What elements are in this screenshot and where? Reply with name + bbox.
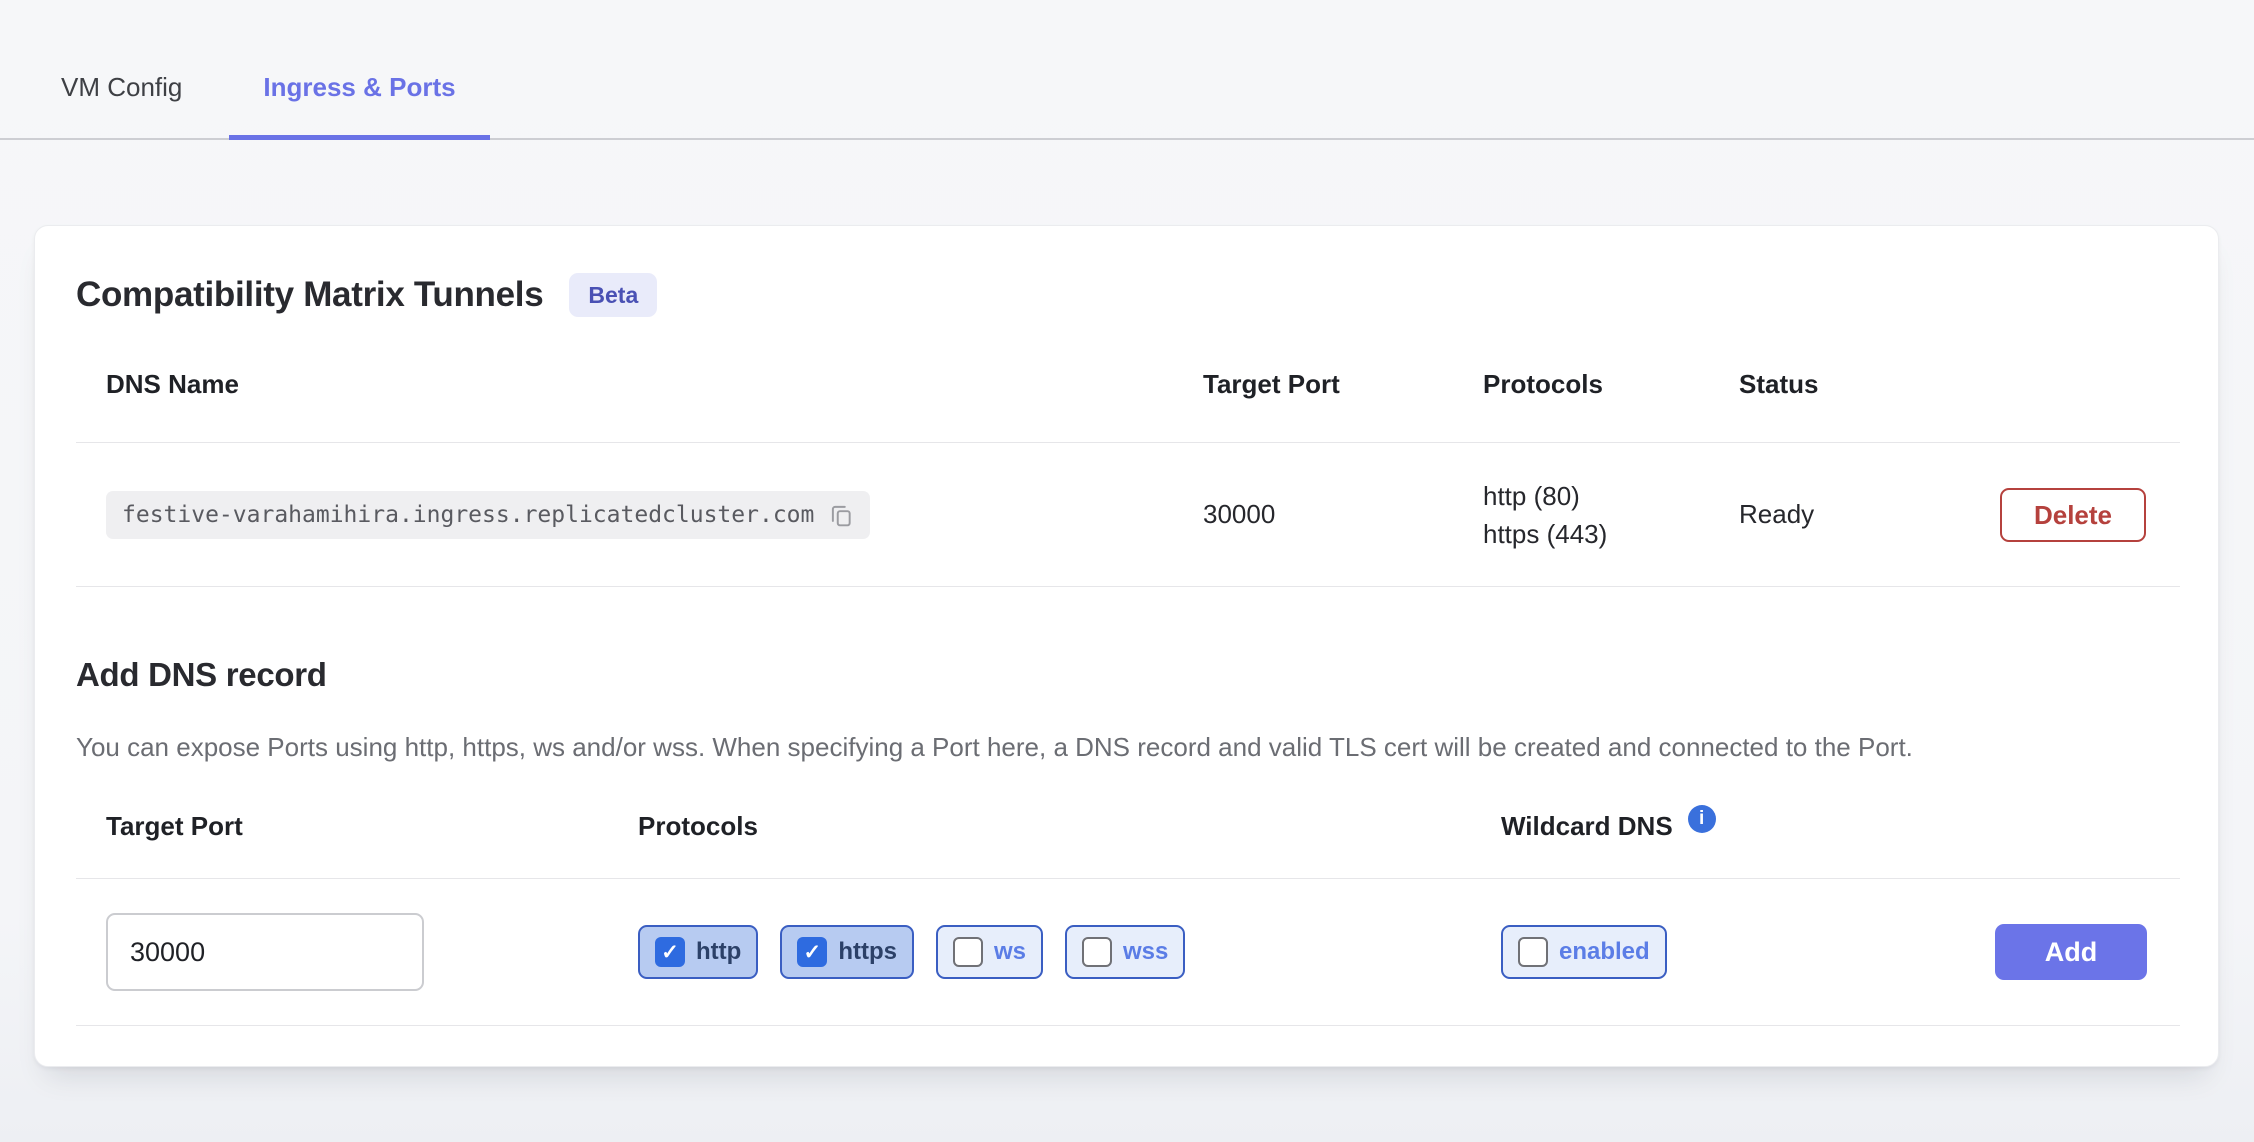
column-header-dns-name: DNS Name: [76, 369, 1203, 400]
column-header-target-port: Target Port: [1203, 369, 1483, 400]
protocol-chip-label: http: [696, 938, 741, 966]
target-port-input[interactable]: [106, 913, 424, 991]
add-button-cell: Add: [1995, 924, 2181, 980]
protocol-line-https: https (443): [1483, 519, 1739, 549]
delete-button[interactable]: Delete: [2000, 488, 2146, 542]
protocol-chip-label: https: [838, 938, 897, 966]
status-cell: Ready: [1739, 499, 1929, 530]
beta-badge: Beta: [569, 273, 657, 317]
wildcard-enabled-checkbox[interactable]: enabled: [1501, 925, 1667, 979]
add-button[interactable]: Add: [1995, 924, 2147, 980]
card-title-row: Compatibility Matrix Tunnels Beta: [76, 226, 2180, 317]
unchecked-checkbox-icon: [953, 937, 983, 967]
checked-checkbox-icon: ✓: [655, 937, 685, 967]
column-header-status: Status: [1739, 369, 1929, 400]
tab-vm-config[interactable]: VM Config: [27, 70, 216, 140]
label-wildcard-dns-wrap: Wildcard DNS i: [1501, 811, 1995, 842]
protocol-chip-label: ws: [994, 938, 1026, 966]
protocol-chip-label: wss: [1123, 938, 1168, 966]
tab-ingress-ports[interactable]: Ingress & Ports: [229, 70, 489, 140]
form-labels-row: Target Port Protocols Wildcard DNS i: [76, 811, 2180, 879]
target-port-field-cell: [76, 913, 638, 991]
dns-name-value: festive-varahamihira.ingress.replicatedc…: [122, 502, 814, 528]
actions-cell: Delete: [1929, 488, 2180, 542]
checked-checkbox-icon: ✓: [797, 937, 827, 967]
add-dns-record-description: You can expose Ports using http, https, …: [76, 727, 2151, 767]
table-header-row: DNS Name Target Port Protocols Status: [76, 369, 2180, 443]
protocol-checkbox-https[interactable]: ✓ https: [780, 925, 914, 979]
form-controls-row: ✓ http ✓ https ws wss enabled Add: [76, 879, 2180, 1026]
target-port-cell: 30000: [1203, 499, 1483, 530]
unchecked-checkbox-icon: [1082, 937, 1112, 967]
label-protocols: Protocols: [638, 811, 1501, 842]
protocol-checkbox-ws[interactable]: ws: [936, 925, 1043, 979]
unchecked-checkbox-icon: [1518, 937, 1548, 967]
column-header-protocols: Protocols: [1483, 369, 1739, 400]
tab-bar: VM Config Ingress & Ports: [0, 0, 2254, 140]
protocols-chip-group: ✓ http ✓ https ws wss: [638, 925, 1501, 979]
protocol-line-http: http (80): [1483, 481, 1739, 511]
label-wildcard-dns: Wildcard DNS: [1501, 811, 1673, 842]
protocol-checkbox-http[interactable]: ✓ http: [638, 925, 758, 979]
add-dns-record-heading: Add DNS record: [76, 653, 2180, 697]
table-row: festive-varahamihira.ingress.replicatedc…: [76, 443, 2180, 587]
page-title: Compatibility Matrix Tunnels: [76, 273, 543, 317]
dns-name-pill: festive-varahamihira.ingress.replicatedc…: [106, 491, 870, 539]
protocol-checkbox-wss[interactable]: wss: [1065, 925, 1185, 979]
dns-name-cell: festive-varahamihira.ingress.replicatedc…: [76, 491, 1203, 539]
info-icon[interactable]: i: [1688, 805, 1716, 833]
label-target-port: Target Port: [76, 811, 638, 842]
protocols-cell: http (80) https (443): [1483, 481, 1739, 549]
tunnels-card: Compatibility Matrix Tunnels Beta DNS Na…: [34, 225, 2219, 1067]
copy-icon[interactable]: [828, 502, 854, 528]
wildcard-dns-cell: enabled: [1501, 925, 1995, 979]
wildcard-chip-label: enabled: [1559, 938, 1650, 966]
